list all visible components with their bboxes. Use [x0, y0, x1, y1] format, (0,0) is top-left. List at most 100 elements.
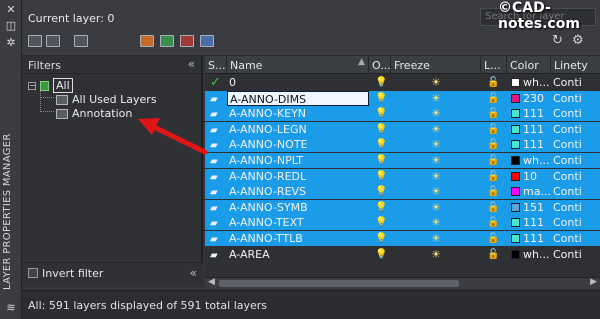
unlock-icon[interactable]: 🔓	[487, 184, 501, 199]
layer-row[interactable]: ▰ A-ANNO-KEYN 💡 ☀ 🔓 111 Conti	[205, 106, 600, 122]
unlock-icon[interactable]: 🔓	[487, 247, 501, 262]
layer-color[interactable]: 230	[511, 91, 551, 106]
set-current-icon[interactable]	[200, 35, 214, 47]
on-off-bulb-icon[interactable]: 💡	[375, 91, 389, 106]
layer-name[interactable]: A-ANNO-TEXT	[227, 215, 369, 230]
unlock-icon[interactable]: 🔓	[487, 106, 501, 121]
freeze-sun-icon[interactable]: ☀	[431, 200, 445, 215]
layer-name[interactable]: A-ANNO-DIMS	[227, 90, 369, 106]
layer-name[interactable]: A-ANNO-LEGN	[227, 122, 369, 137]
layer-name[interactable]: A-ANNO-REVS	[227, 184, 369, 199]
layer-linetype[interactable]: Conti	[553, 200, 600, 215]
freeze-sun-icon[interactable]: ☀	[431, 153, 445, 168]
gear-icon[interactable]: ⚙	[572, 33, 584, 48]
on-off-bulb-icon[interactable]: 💡	[375, 169, 389, 184]
new-layer-vp-frozen-icon[interactable]	[160, 35, 174, 47]
layer-name[interactable]: A-ANNO-TTLB	[227, 231, 369, 246]
on-off-bulb-icon[interactable]: 💡	[375, 75, 389, 90]
layer-row[interactable]: ▰ A-ANNO-SYMB 💡 ☀ 🔓 151 Conti	[205, 199, 600, 215]
freeze-sun-icon[interactable]: ☀	[431, 122, 445, 137]
layer-row[interactable]: ▰ A-ANNO-REVS 💡 ☀ 🔓 ma... Conti	[205, 184, 600, 200]
on-off-bulb-icon[interactable]: 💡	[375, 106, 389, 121]
layer-color[interactable]: 111	[511, 122, 551, 137]
layer-name[interactable]: A-ANNO-REDL	[227, 169, 369, 184]
freeze-sun-icon[interactable]: ☀	[431, 137, 445, 152]
column-linetype[interactable]: Linety	[551, 56, 600, 74]
layer-name[interactable]: A-ANNO-NOTE	[227, 137, 369, 152]
unlock-icon[interactable]: 🔓	[487, 91, 501, 106]
horizontal-scrollbar[interactable]: ◀ ▶	[205, 277, 600, 288]
layer-linetype[interactable]: Conti	[553, 122, 600, 137]
on-off-bulb-icon[interactable]: 💡	[375, 184, 389, 199]
layer-color[interactable]: 111	[511, 106, 551, 121]
unlock-icon[interactable]: 🔓	[487, 75, 501, 90]
layer-color[interactable]: 111	[511, 231, 551, 246]
layer-linetype[interactable]: Conti	[553, 184, 600, 199]
unlock-icon[interactable]: 🔓	[487, 231, 501, 246]
pin-icon[interactable]: ◫	[5, 20, 17, 32]
scroll-left-icon[interactable]: ◀	[208, 277, 215, 287]
layer-linetype[interactable]: Conti	[553, 75, 600, 90]
layer-color[interactable]: 111	[511, 137, 551, 152]
layer-row[interactable]: ▰ A-ANNO-NOTE 💡 ☀ 🔓 111 Conti	[205, 137, 600, 153]
unlock-icon[interactable]: 🔓	[487, 200, 501, 215]
collapse-filters-icon[interactable]: «	[188, 57, 195, 71]
layer-row[interactable]: ▰ A-ANNO-NPLT 💡 ☀ 🔓 wh... Conti	[205, 153, 600, 168]
scroll-right-icon[interactable]: ▶	[590, 277, 597, 287]
layer-linetype[interactable]: Conti	[553, 215, 600, 230]
layer-color[interactable]: wh...	[511, 75, 551, 90]
freeze-sun-icon[interactable]: ☀	[431, 247, 445, 262]
freeze-sun-icon[interactable]: ☀	[431, 231, 445, 246]
on-off-bulb-icon[interactable]: 💡	[375, 122, 389, 137]
column-lock[interactable]: L...	[481, 56, 507, 74]
layer-color[interactable]: 111	[511, 215, 551, 230]
layer-row[interactable]: ▰ A-ANNO-TTLB 💡 ☀ 🔓 111 Conti	[205, 231, 600, 246]
on-off-bulb-icon[interactable]: 💡	[375, 247, 389, 262]
close-icon[interactable]: ✕	[5, 4, 17, 16]
properties-icon[interactable]: ✲	[5, 37, 17, 49]
layer-name[interactable]: A-ANNO-NPLT	[227, 153, 369, 168]
layer-linetype[interactable]: Conti	[553, 153, 600, 168]
filter-tree-annotation[interactable]: Annotation	[56, 107, 132, 120]
unlock-icon[interactable]: 🔓	[487, 169, 501, 184]
refresh-icon[interactable]: ↻	[552, 33, 563, 48]
unlock-icon[interactable]: 🔓	[487, 153, 501, 168]
new-group-filter-icon[interactable]	[46, 35, 60, 47]
column-status[interactable]: S...	[205, 56, 227, 74]
unlock-icon[interactable]: 🔓	[487, 122, 501, 137]
freeze-sun-icon[interactable]: ☀	[431, 106, 445, 121]
collapse-toggle-icon[interactable]: −	[28, 81, 36, 90]
filter-tree-all[interactable]: − All	[28, 78, 73, 93]
layer-row[interactable]: ✓ 0 💡 ☀ 🔓 wh... Conti	[205, 75, 600, 90]
on-off-bulb-icon[interactable]: 💡	[375, 153, 389, 168]
layer-linetype[interactable]: Conti	[553, 247, 600, 262]
delete-layer-icon[interactable]	[180, 35, 194, 47]
scroll-thumb[interactable]	[219, 280, 459, 287]
on-off-bulb-icon[interactable]: 💡	[375, 137, 389, 152]
freeze-sun-icon[interactable]: ☀	[431, 91, 445, 106]
column-color[interactable]: Color	[507, 56, 551, 74]
layer-row[interactable]: ▰ A-AREA 💡 ☀ 🔓 wh... Conti	[205, 247, 600, 262]
freeze-sun-icon[interactable]: ☀	[431, 215, 445, 230]
layer-color[interactable]: 10	[511, 169, 551, 184]
layer-name[interactable]: A-AREA	[227, 247, 369, 262]
freeze-sun-icon[interactable]: ☀	[431, 184, 445, 199]
layer-linetype[interactable]: Conti	[553, 106, 600, 121]
layer-color[interactable]: 151	[511, 200, 551, 215]
unlock-icon[interactable]: 🔓	[487, 215, 501, 230]
collapse-icon[interactable]: «	[190, 266, 197, 280]
layer-row[interactable]: ▰ A-ANNO-LEGN 💡 ☀ 🔓 111 Conti	[205, 121, 600, 137]
layer-linetype[interactable]: Conti	[553, 91, 600, 106]
layer-name[interactable]: 0	[227, 75, 369, 90]
layer-linetype[interactable]: Conti	[553, 231, 600, 246]
layer-linetype[interactable]: Conti	[553, 169, 600, 184]
layer-color[interactable]: ma...	[511, 184, 551, 199]
layer-linetype[interactable]: Conti	[553, 137, 600, 152]
layer-color[interactable]: wh...	[511, 247, 551, 262]
layer-color[interactable]: wh...	[511, 153, 551, 168]
invert-filter-checkbox[interactable]	[28, 268, 38, 278]
layer-row[interactable]: ▰ A-ANNO-REDL 💡 ☀ 🔓 10 Conti	[205, 168, 600, 184]
on-off-bulb-icon[interactable]: 💡	[375, 215, 389, 230]
on-off-bulb-icon[interactable]: 💡	[375, 200, 389, 215]
filter-tree-all-used-layers[interactable]: All Used Layers	[56, 93, 157, 106]
